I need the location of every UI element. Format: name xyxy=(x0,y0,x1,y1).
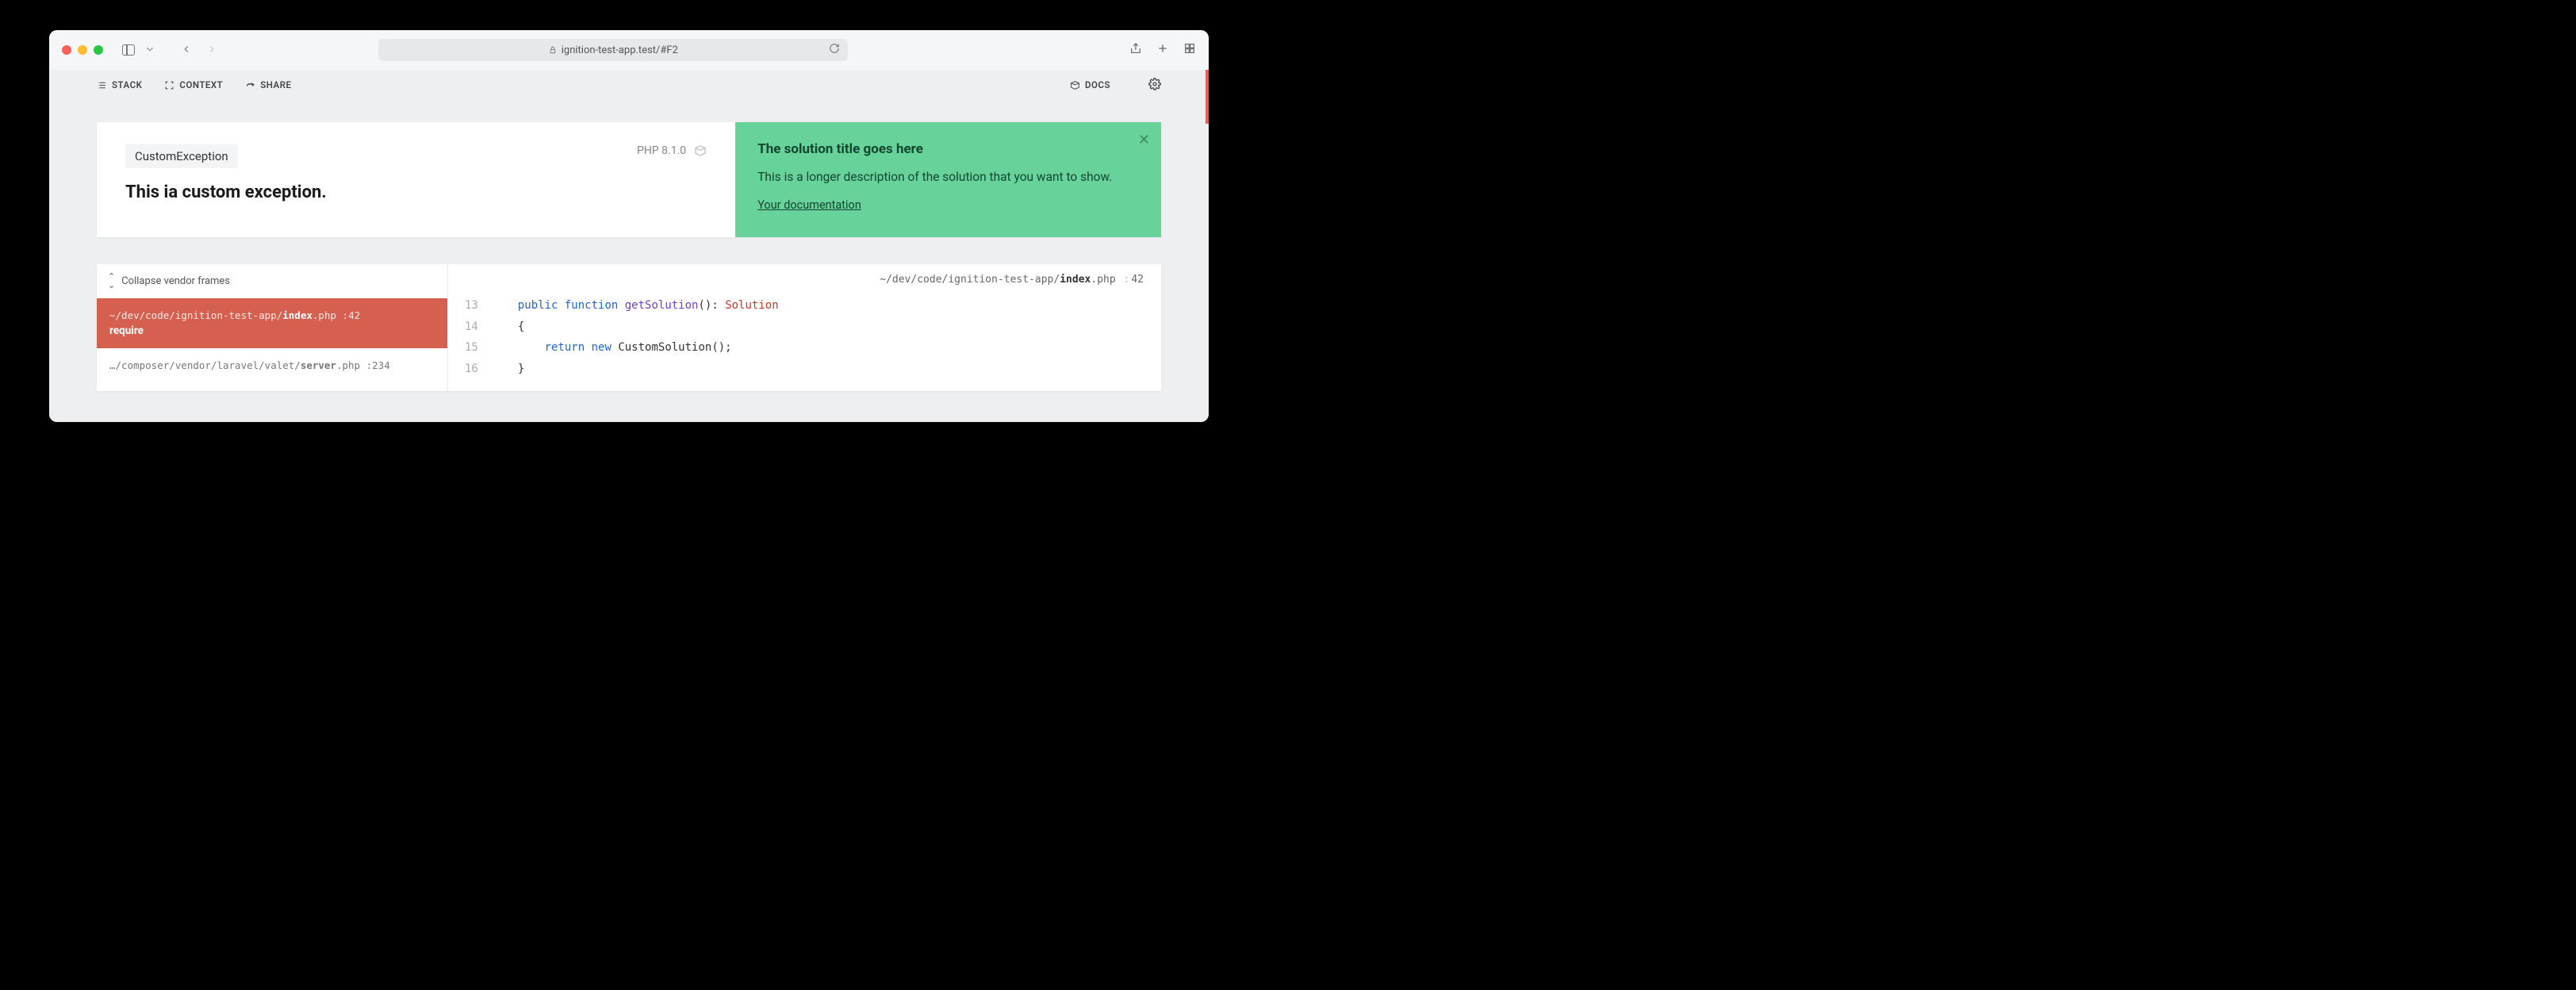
tabs-grid-icon[interactable] xyxy=(1183,42,1196,58)
nav-stack-label: STACK xyxy=(112,79,142,90)
collapse-icon: ⌃⌄ xyxy=(108,272,115,290)
collapse-vendor-frames[interactable]: ⌃⌄ Collapse vendor frames xyxy=(97,264,447,298)
plus-icon[interactable] xyxy=(1156,42,1169,58)
frame-function: require xyxy=(109,324,435,337)
sidebar-icon[interactable] xyxy=(122,44,135,56)
titlebar: ignition-test-app.test/#F2 xyxy=(49,30,1209,70)
gear-icon xyxy=(1148,78,1161,90)
exception-message: This ia custom exception. xyxy=(125,182,707,202)
stack-frame[interactable]: …/composer/vendor/laravel/valet/server.p… xyxy=(97,348,447,382)
page-nav: STACK CONTEXT SHARE DOCS xyxy=(49,70,1209,100)
titlebar-right xyxy=(1129,42,1196,58)
code-line: 13 public function getSolution(): Soluti… xyxy=(454,295,1161,317)
nav-arrows xyxy=(176,42,222,59)
stack-icon xyxy=(97,80,107,90)
share-arrow-icon xyxy=(245,80,255,90)
collapse-label: Collapse vendor frames xyxy=(121,275,230,287)
current-file-path: ~/dev/code/ignition-test-app/index.php :… xyxy=(448,264,1161,295)
page: STACK CONTEXT SHARE DOCS CustomException xyxy=(49,70,1209,422)
context-icon xyxy=(164,80,174,90)
close-solution-button[interactable]: ✕ xyxy=(1138,132,1150,148)
settings-button[interactable] xyxy=(1148,78,1161,93)
window-zoom-button[interactable] xyxy=(94,45,103,55)
frame-line: 234 xyxy=(372,359,390,371)
forward-button[interactable] xyxy=(201,42,222,59)
frame-file-suffix: .php xyxy=(336,359,360,371)
stack-frame-active[interactable]: ~/dev/code/ignition-test-app/index.php :… xyxy=(97,298,447,348)
sidebar-toggle-group xyxy=(122,42,160,59)
solution-link[interactable]: Your documentation xyxy=(757,198,861,212)
laravel-icon xyxy=(694,144,707,157)
php-version: PHP 8.1.0 xyxy=(637,144,707,157)
stack-frames-list: ⌃⌄ Collapse vendor frames ~/dev/code/ign… xyxy=(97,264,448,391)
solution-card: ✕ The solution title goes here This is a… xyxy=(735,122,1161,237)
code-viewer: ~/dev/code/ignition-test-app/index.php :… xyxy=(448,264,1161,391)
solution-description: This is a longer description of the solu… xyxy=(757,168,1133,186)
error-indicator-edge xyxy=(1206,70,1209,124)
lock-icon xyxy=(549,46,557,54)
code-line: 14 { xyxy=(454,317,1161,338)
frame-file: server xyxy=(301,359,336,371)
browser-window: ignition-test-app.test/#F2 STACK CONTEXT xyxy=(49,30,1209,422)
nav-context-label: CONTEXT xyxy=(179,79,223,90)
address-bar[interactable]: ignition-test-app.test/#F2 xyxy=(378,39,848,61)
nav-context[interactable]: CONTEXT xyxy=(164,79,223,90)
frame-path-prefix: …/composer/vendor/laravel/valet/ xyxy=(109,359,301,371)
code-line: 16 } xyxy=(454,359,1161,380)
share-icon[interactable] xyxy=(1129,42,1142,58)
exception-summary: CustomException PHP 8.1.0 This ia custom… xyxy=(97,122,735,237)
reload-icon[interactable] xyxy=(829,43,840,57)
code-line: 15 return new CustomSolution(); xyxy=(454,337,1161,359)
back-button[interactable] xyxy=(176,42,197,59)
solution-title: The solution title goes here xyxy=(757,141,1133,157)
url-text: ignition-test-app.test/#F2 xyxy=(562,44,678,56)
nav-stack[interactable]: STACK xyxy=(97,79,142,90)
nav-docs[interactable]: DOCS xyxy=(1070,79,1110,90)
exception-class-badge: CustomException xyxy=(125,144,238,168)
stack-panel: ⌃⌄ Collapse vendor frames ~/dev/code/ign… xyxy=(97,264,1161,391)
frame-file: index xyxy=(282,309,312,321)
traffic-lights xyxy=(62,45,103,55)
exception-card: CustomException PHP 8.1.0 This ia custom… xyxy=(97,122,1161,237)
window-close-button[interactable] xyxy=(62,45,71,55)
frame-line: 42 xyxy=(348,309,360,321)
frame-file-suffix: .php xyxy=(312,309,336,321)
nav-share-label: SHARE xyxy=(260,79,291,90)
nav-share[interactable]: SHARE xyxy=(245,79,291,90)
nav-docs-label: DOCS xyxy=(1085,79,1110,90)
window-minimize-button[interactable] xyxy=(78,45,87,55)
chevron-down-icon[interactable] xyxy=(140,42,160,59)
php-version-text: PHP 8.1.0 xyxy=(637,144,686,157)
frame-path-prefix: ~/dev/code/ignition-test-app/ xyxy=(109,309,282,321)
code-area: 13 public function getSolution(): Soluti… xyxy=(448,295,1161,379)
laravel-icon xyxy=(1070,80,1080,90)
